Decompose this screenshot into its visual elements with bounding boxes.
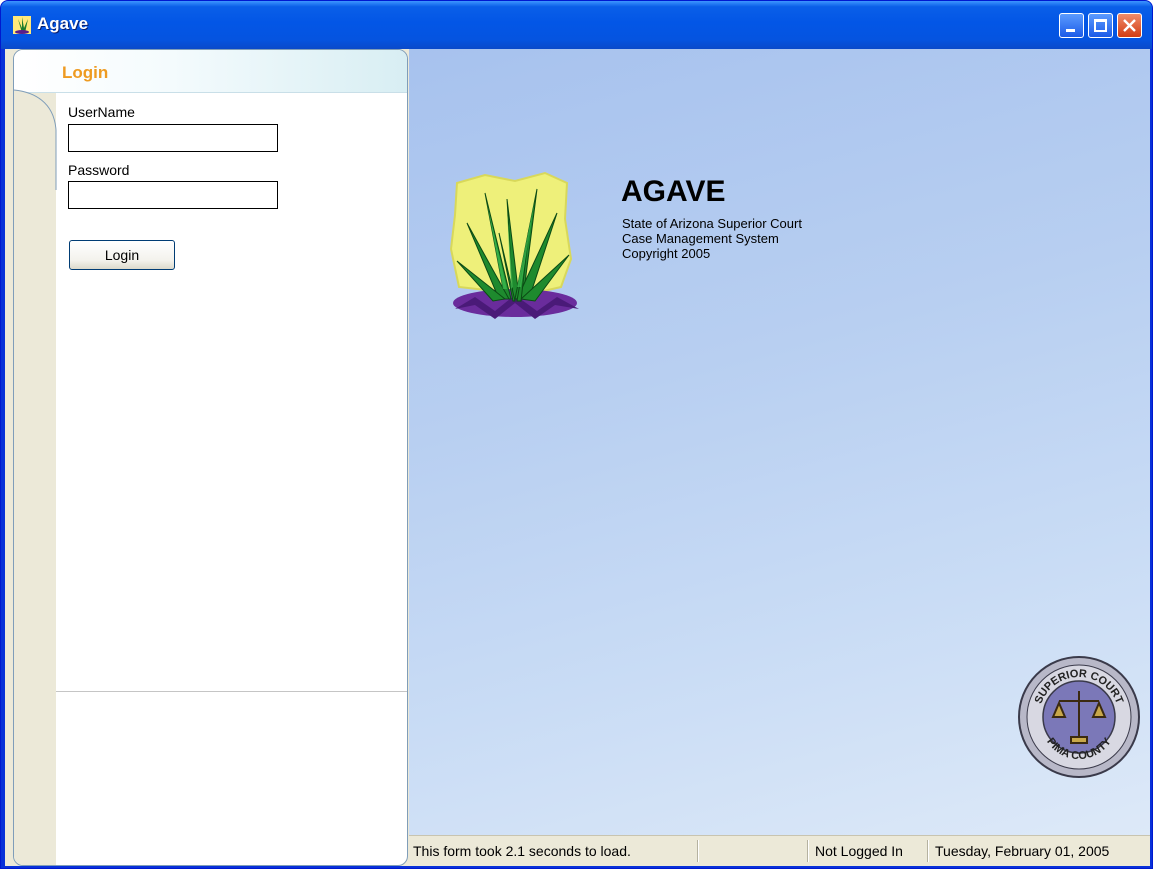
password-input[interactable] [68, 181, 278, 209]
status-separator [927, 840, 928, 862]
app-name-heading: AGAVE [621, 175, 726, 208]
username-input[interactable] [68, 124, 278, 152]
splash-content: AGAVE State of Arizona Superior Court Ca… [409, 49, 1150, 835]
username-label: UserName [68, 104, 135, 120]
splash-line-court: State of Arizona Superior Court [622, 216, 802, 231]
login-button[interactable]: Login [69, 240, 175, 270]
splash-line-system: Case Management System [622, 231, 779, 246]
maximize-button[interactable] [1088, 13, 1113, 38]
status-bar: This form took 2.1 seconds to load. Not … [409, 835, 1150, 866]
login-state-status: Not Logged In [815, 843, 903, 859]
agave-plant-logo [449, 171, 579, 319]
title-bar[interactable]: Agave [1, 1, 1152, 49]
client-area: Login UserName Password Login AGAVE Stat… [5, 49, 1150, 866]
load-time-status: This form took 2.1 seconds to load. [413, 843, 631, 859]
status-separator [807, 840, 808, 862]
splash-line-copyright: Copyright 2005 [622, 246, 711, 261]
close-icon [1123, 19, 1136, 32]
tab-curve [14, 89, 57, 190]
window-title: Agave [37, 14, 89, 33]
password-label: Password [68, 162, 130, 178]
status-separator [697, 840, 698, 862]
minimize-button[interactable] [1059, 13, 1084, 38]
login-panel: Login UserName Password Login [13, 49, 408, 866]
app-window: Agave Login UserName Password Login AGAV… [0, 0, 1153, 869]
close-button[interactable] [1117, 13, 1142, 38]
date-status: Tuesday, February 01, 2005 [935, 843, 1110, 859]
agave-app-icon [13, 16, 31, 34]
minimize-icon [1066, 29, 1075, 32]
maximize-icon [1094, 19, 1107, 32]
panel-divider [56, 691, 407, 692]
pima-county-court-seal: SUPERIOR COURT PIMA COUNTY [1018, 656, 1140, 778]
